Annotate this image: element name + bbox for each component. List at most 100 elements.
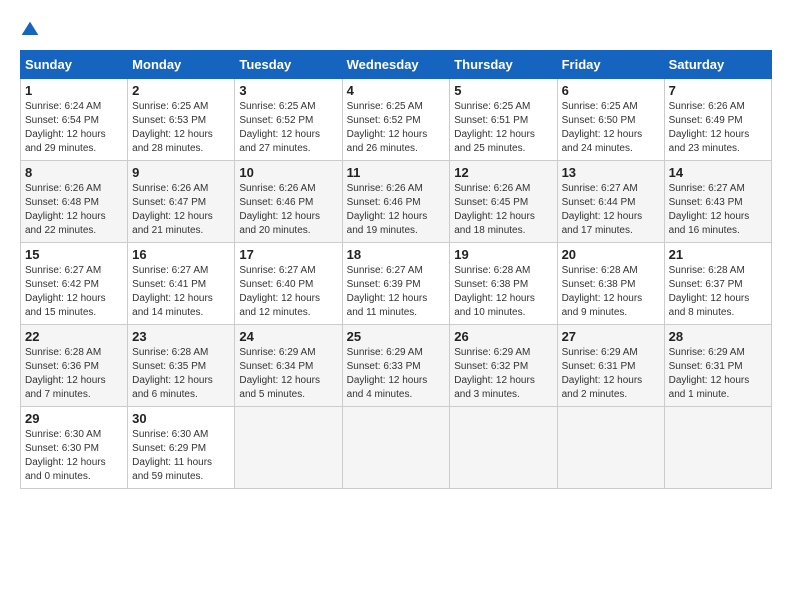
day-number: 15 (25, 247, 123, 262)
calendar-cell: 3 Sunrise: 6:25 AMSunset: 6:52 PMDaylight… (235, 79, 342, 161)
day-info: Sunrise: 6:29 AMSunset: 6:33 PMDaylight:… (347, 346, 446, 402)
calendar-cell: 18 Sunrise: 6:27 AMSunset: 6:39 PMDayligh… (342, 243, 450, 325)
calendar-cell: 8 Sunrise: 6:26 AMSunset: 6:48 PMDaylight… (21, 161, 128, 243)
day-number: 6 (562, 83, 660, 98)
calendar-cell: 21 Sunrise: 6:28 AMSunset: 6:37 PMDayligh… (664, 243, 771, 325)
calendar-cell: 15 Sunrise: 6:27 AMSunset: 6:42 PMDayligh… (21, 243, 128, 325)
day-info: Sunrise: 6:29 AMSunset: 6:32 PMDaylight:… (454, 346, 552, 402)
calendar-cell: 17Sunrise: 6:27 AMSunset: 6:40 PMDayligh… (235, 243, 342, 325)
calendar-cell: 20 Sunrise: 6:28 AMSunset: 6:38 PMDayligh… (557, 243, 664, 325)
calendar-cell: 24 Sunrise: 6:29 AMSunset: 6:34 PMDayligh… (235, 325, 342, 407)
logo (20, 20, 44, 40)
calendar-table: SundayMondayTuesdayWednesdayThursdayFrid… (20, 50, 772, 489)
day-number: 27 (562, 329, 660, 344)
day-info: Sunrise: 6:25 AMSunset: 6:53 PMDaylight:… (132, 100, 230, 156)
calendar-cell: 26 Sunrise: 6:29 AMSunset: 6:32 PMDayligh… (450, 325, 557, 407)
day-info: Sunrise: 6:29 AMSunset: 6:34 PMDaylight:… (239, 346, 337, 402)
day-number: 5 (454, 83, 552, 98)
calendar-cell: 28Sunrise: 6:29 AMSunset: 6:31 PMDayligh… (664, 325, 771, 407)
day-info: Sunrise: 6:28 AMSunset: 6:35 PMDaylight:… (132, 346, 230, 402)
day-number: 4 (347, 83, 446, 98)
week-row-1: 1 Sunrise: 6:24 AMSunset: 6:54 PMDaylight… (21, 79, 772, 161)
day-info: Sunrise: 6:25 AMSunset: 6:51 PMDaylight:… (454, 100, 552, 156)
week-row-2: 8 Sunrise: 6:26 AMSunset: 6:48 PMDaylight… (21, 161, 772, 243)
day-info: Sunrise: 6:26 AMSunset: 6:48 PMDaylight:… (25, 182, 123, 238)
day-info: Sunrise: 6:28 AMSunset: 6:38 PMDaylight:… (562, 264, 660, 320)
day-info: Sunrise: 6:28 AMSunset: 6:38 PMDaylight:… (454, 264, 552, 320)
weekday-header-saturday: Saturday (664, 51, 771, 79)
day-number: 16 (132, 247, 230, 262)
day-info: Sunrise: 6:27 AMSunset: 6:41 PMDaylight:… (132, 264, 230, 320)
day-number: 18 (347, 247, 446, 262)
calendar-cell (235, 407, 342, 489)
day-number: 23 (132, 329, 230, 344)
weekday-header-tuesday: Tuesday (235, 51, 342, 79)
calendar-cell: 2 Sunrise: 6:25 AMSunset: 6:53 PMDaylight… (128, 79, 235, 161)
calendar-cell: 1 Sunrise: 6:24 AMSunset: 6:54 PMDaylight… (21, 79, 128, 161)
calendar-cell: 10 Sunrise: 6:26 AMSunset: 6:46 PMDayligh… (235, 161, 342, 243)
day-number: 24 (239, 329, 337, 344)
calendar-cell: 13Sunrise: 6:27 AMSunset: 6:44 PMDayligh… (557, 161, 664, 243)
weekday-header-sunday: Sunday (21, 51, 128, 79)
calendar-cell: 25 Sunrise: 6:29 AMSunset: 6:33 PMDayligh… (342, 325, 450, 407)
day-info: Sunrise: 6:24 AMSunset: 6:54 PMDaylight:… (25, 100, 123, 156)
day-number: 19 (454, 247, 552, 262)
day-number: 9 (132, 165, 230, 180)
day-number: 8 (25, 165, 123, 180)
day-number: 25 (347, 329, 446, 344)
logo-icon (20, 20, 40, 40)
calendar-cell (342, 407, 450, 489)
calendar-cell: 27 Sunrise: 6:29 AMSunset: 6:31 PMDayligh… (557, 325, 664, 407)
day-number: 10 (239, 165, 337, 180)
day-info: Sunrise: 6:26 AMSunset: 6:46 PMDaylight:… (347, 182, 446, 238)
day-info: Sunrise: 6:29 AMSunset: 6:31 PMDaylight:… (562, 346, 660, 402)
day-info: Sunrise: 6:27 AMSunset: 6:42 PMDaylight:… (25, 264, 123, 320)
day-number: 3 (239, 83, 337, 98)
calendar-cell: 5 Sunrise: 6:25 AMSunset: 6:51 PMDaylight… (450, 79, 557, 161)
day-number: 12 (454, 165, 552, 180)
day-info: Sunrise: 6:28 AMSunset: 6:37 PMDaylight:… (669, 264, 767, 320)
calendar-cell (557, 407, 664, 489)
day-info: Sunrise: 6:30 AMSunset: 6:30 PMDaylight:… (25, 428, 123, 484)
day-number: 21 (669, 247, 767, 262)
week-row-3: 15 Sunrise: 6:27 AMSunset: 6:42 PMDayligh… (21, 243, 772, 325)
calendar-cell: 19 Sunrise: 6:28 AMSunset: 6:38 PMDayligh… (450, 243, 557, 325)
day-number: 17 (239, 247, 337, 262)
day-info: Sunrise: 6:25 AMSunset: 6:50 PMDaylight:… (562, 100, 660, 156)
day-number: 30 (132, 411, 230, 426)
day-number: 26 (454, 329, 552, 344)
calendar-cell: 14 Sunrise: 6:27 AMSunset: 6:43 PMDayligh… (664, 161, 771, 243)
weekday-header-thursday: Thursday (450, 51, 557, 79)
day-info: Sunrise: 6:26 AMSunset: 6:49 PMDaylight:… (669, 100, 767, 156)
calendar-cell: 4 Sunrise: 6:25 AMSunset: 6:52 PMDaylight… (342, 79, 450, 161)
calendar-cell: 22Sunrise: 6:28 AMSunset: 6:36 PMDayligh… (21, 325, 128, 407)
day-info: Sunrise: 6:30 AMSunset: 6:29 PMDaylight:… (132, 428, 230, 484)
day-info: Sunrise: 6:26 AMSunset: 6:45 PMDaylight:… (454, 182, 552, 238)
week-row-5: 29 Sunrise: 6:30 AMSunset: 6:30 PMDayligh… (21, 407, 772, 489)
day-number: 7 (669, 83, 767, 98)
calendar-cell: 9 Sunrise: 6:26 AMSunset: 6:47 PMDaylight… (128, 161, 235, 243)
day-info: Sunrise: 6:25 AMSunset: 6:52 PMDaylight:… (239, 100, 337, 156)
calendar-cell (664, 407, 771, 489)
calendar-cell: 12 Sunrise: 6:26 AMSunset: 6:45 PMDayligh… (450, 161, 557, 243)
calendar-cell (450, 407, 557, 489)
day-info: Sunrise: 6:27 AMSunset: 6:44 PMDaylight:… (562, 182, 660, 238)
calendar-cell: 6 Sunrise: 6:25 AMSunset: 6:50 PMDaylight… (557, 79, 664, 161)
day-number: 14 (669, 165, 767, 180)
calendar-cell: 30 Sunrise: 6:30 AMSunset: 6:29 PMDayligh… (128, 407, 235, 489)
page-header (20, 20, 772, 40)
day-info: Sunrise: 6:28 AMSunset: 6:36 PMDaylight:… (25, 346, 123, 402)
day-info: Sunrise: 6:26 AMSunset: 6:46 PMDaylight:… (239, 182, 337, 238)
day-info: Sunrise: 6:26 AMSunset: 6:47 PMDaylight:… (132, 182, 230, 238)
day-number: 1 (25, 83, 123, 98)
weekday-header-monday: Monday (128, 51, 235, 79)
day-number: 2 (132, 83, 230, 98)
day-number: 20 (562, 247, 660, 262)
day-number: 29 (25, 411, 123, 426)
week-row-4: 22Sunrise: 6:28 AMSunset: 6:36 PMDayligh… (21, 325, 772, 407)
day-info: Sunrise: 6:27 AMSunset: 6:43 PMDaylight:… (669, 182, 767, 238)
day-info: Sunrise: 6:29 AMSunset: 6:31 PMDaylight:… (669, 346, 767, 402)
calendar-cell: 16 Sunrise: 6:27 AMSunset: 6:41 PMDayligh… (128, 243, 235, 325)
day-info: Sunrise: 6:25 AMSunset: 6:52 PMDaylight:… (347, 100, 446, 156)
day-info: Sunrise: 6:27 AMSunset: 6:39 PMDaylight:… (347, 264, 446, 320)
